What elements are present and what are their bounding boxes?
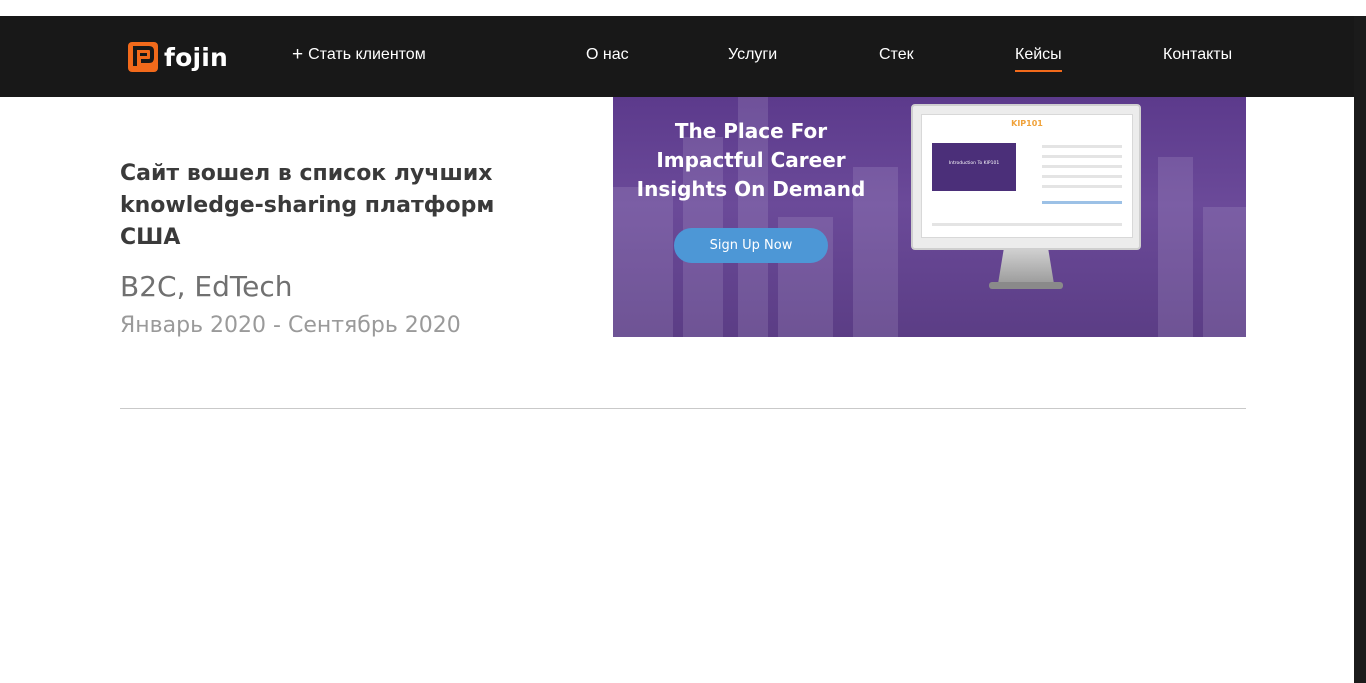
nav-item-about[interactable]: О нас [586, 46, 629, 64]
top-strip [0, 0, 1366, 16]
monitor-stand [998, 250, 1054, 284]
scrollbar[interactable] [1354, 16, 1366, 683]
form-field [1042, 145, 1122, 148]
become-client-link[interactable]: + Стать клиентом [292, 44, 426, 65]
footer-line [932, 223, 1122, 226]
video-caption: Introduction To KIP101 [948, 161, 1000, 166]
monitor-screen: KIP101 Introduction To KIP101 [921, 114, 1133, 238]
city-building [1203, 207, 1246, 337]
section-divider [120, 408, 1246, 409]
form-field [1042, 165, 1122, 168]
video-preview: Introduction To KIP101 [932, 143, 1016, 191]
image-signup-button: Sign Up Now [674, 228, 828, 263]
logo[interactable]: fojin [128, 42, 228, 72]
case-preview-image[interactable]: The Place For Impactful Career Insights … [613, 97, 1246, 337]
logo-text: fojin [164, 42, 228, 72]
fojin-logo-icon [128, 42, 158, 72]
city-building [613, 187, 673, 337]
monitor-base [989, 282, 1063, 289]
form-field [1042, 155, 1122, 158]
case-tags: B2C, EdTech [120, 270, 293, 303]
case-title[interactable]: Сайт вошел в список лучших knowledge-sha… [120, 158, 520, 254]
site-header: fojin + Стать клиентом О нас Услуги Стек… [0, 16, 1354, 97]
form-submit [1042, 201, 1122, 204]
monitor-illustration: KIP101 Introduction To KIP101 [911, 104, 1141, 250]
form-field [1042, 185, 1122, 188]
city-building [1158, 157, 1193, 337]
form-field [1042, 175, 1122, 178]
become-client-label: Стать клиентом [308, 46, 426, 63]
case-dates: Январь 2020 - Сентябрь 2020 [120, 313, 461, 338]
nav-item-services[interactable]: Услуги [728, 46, 777, 64]
nav-item-contacts[interactable]: Контакты [1163, 46, 1232, 64]
nav-item-cases[interactable]: Кейсы [1015, 46, 1062, 72]
plus-icon: + [292, 44, 304, 65]
image-headline: The Place For Impactful Career Insights … [636, 119, 866, 201]
nav-item-stack[interactable]: Стек [879, 46, 914, 64]
screen-logo: KIP101 [1011, 119, 1043, 128]
